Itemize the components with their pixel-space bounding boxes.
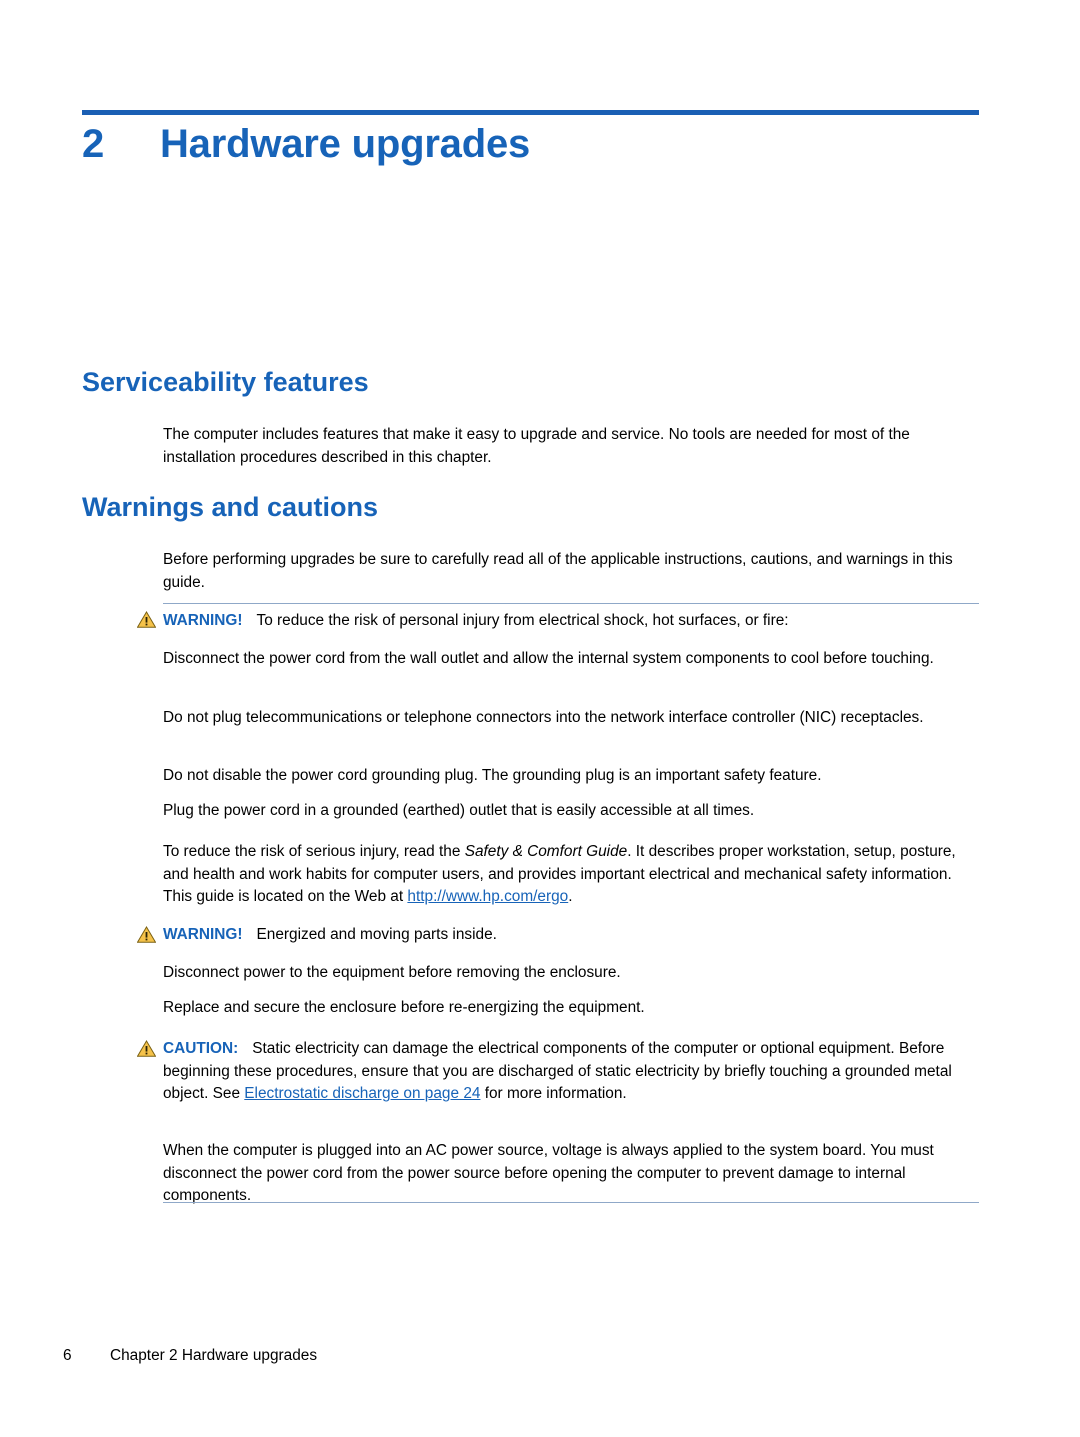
document-page: 2 Hardware upgrades Serviceability featur… <box>0 0 1080 1437</box>
warning1-paragraph-4: Plug the power cord in a grounded (earth… <box>163 802 755 819</box>
serviceability-paragraph: The computer includes features that make… <box>163 426 910 466</box>
footer-page-number: 6 <box>63 1347 72 1364</box>
warning1-label: WARNING! <box>163 612 243 629</box>
warning1-paragraph-5: To reduce the risk of serious injury, re… <box>163 841 979 909</box>
section-heading-serviceability: Serviceability features <box>82 367 369 397</box>
section-heading-warnings: Warnings and cautions <box>82 492 379 522</box>
caution-paragraph-2: When the computer is plugged into an AC … <box>163 1142 934 1205</box>
warning1-paragraph-2: Do not plug telecommunications or teleph… <box>163 709 924 726</box>
chapter-heading: 2 Hardware upgrades <box>82 122 982 167</box>
caution-block-bottom-rule <box>163 1202 979 1203</box>
warning2-text: Energized and moving parts inside. <box>256 926 497 943</box>
chapter-divider-rule <box>82 110 979 115</box>
warning-triangle-icon <box>137 611 156 628</box>
caution-triangle-icon <box>137 1040 156 1057</box>
warning1-p5-text-c: . <box>568 888 573 906</box>
warning1-paragraph-1: Disconnect the power cord from the wall … <box>163 650 934 667</box>
warning2-paragraph-2: Replace and secure the enclosure before … <box>163 999 645 1016</box>
warning2-paragraph-1: Disconnect power to the equipment before… <box>163 964 621 981</box>
caution-label: CAUTION: <box>163 1040 239 1057</box>
warning2-triangle-icon <box>137 926 156 943</box>
caution-text-b: for more information. <box>480 1085 627 1103</box>
hp-ergo-link[interactable]: http://www.hp.com/ergo <box>407 888 568 905</box>
footer-chapter-text: Chapter 2 Hardware upgrades <box>110 1347 318 1364</box>
chapter-title: Hardware upgrades <box>160 122 531 166</box>
warning1-paragraph-3: Do not disable the power cord grounding … <box>163 767 822 784</box>
chapter-number: 2 <box>82 122 105 166</box>
warning-block-top-rule <box>163 603 979 604</box>
warning2-label: WARNING! <box>163 926 243 943</box>
warning1-headline: WARNING! To reduce the risk of personal i… <box>163 610 979 633</box>
safety-comfort-guide-title: Safety & Comfort Guide <box>464 843 628 860</box>
warning1-p5-text-a: To reduce the risk of serious injury, re… <box>163 843 465 860</box>
electrostatic-discharge-link[interactable]: Electrostatic discharge on page 24 <box>244 1085 480 1102</box>
caution-paragraph: CAUTION: Static electricity can damage th… <box>163 1038 979 1106</box>
warning1-text: To reduce the risk of personal injury fr… <box>256 612 789 629</box>
warnings-intro-paragraph: Before performing upgrades be sure to ca… <box>163 551 953 591</box>
warning2-headline: WARNING! Energized and moving parts insid… <box>163 924 979 947</box>
